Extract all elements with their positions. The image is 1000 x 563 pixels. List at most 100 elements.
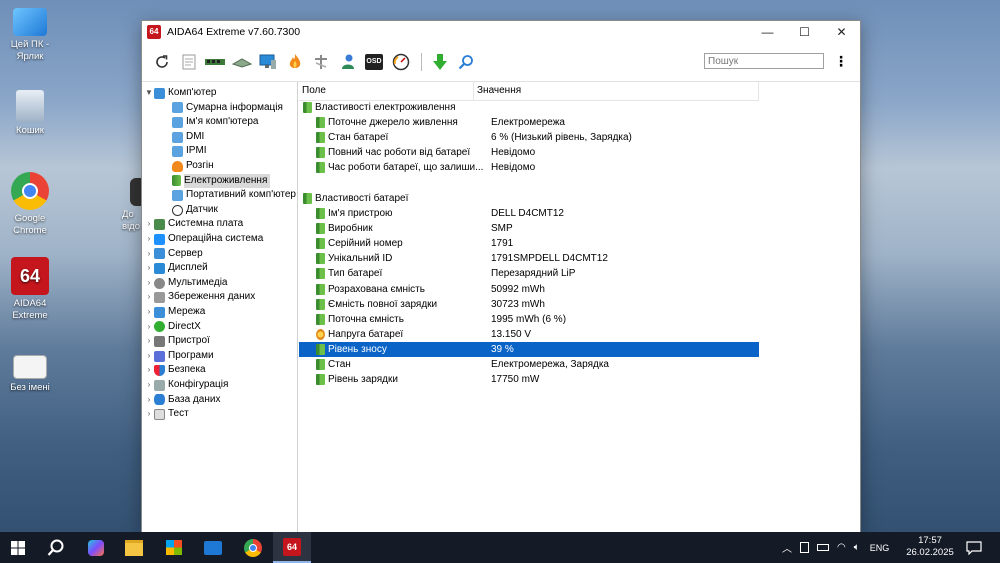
battery-icon xyxy=(316,298,325,310)
tree-item-dmi[interactable]: DMI xyxy=(172,130,204,145)
table-row[interactable]: Напруга батареї 13.150 V xyxy=(299,327,759,342)
language-indicator[interactable]: ENG xyxy=(870,543,890,553)
chevron-right-icon[interactable]: › xyxy=(144,363,154,378)
chevron-right-icon[interactable]: › xyxy=(144,261,154,276)
taskbar-outlook[interactable] xyxy=(195,532,231,563)
search-button[interactable] xyxy=(38,532,74,563)
taskbar-aida64[interactable]: 64 xyxy=(273,532,311,563)
tree-item-security[interactable]: › Безпека xyxy=(144,363,206,378)
table-row[interactable]: Унікальний ID 1791SMPDELL D4CMT12 xyxy=(299,251,759,266)
table-row[interactable]: Рівень зарядки 17750 mW xyxy=(299,372,759,387)
notifications-button[interactable] xyxy=(958,532,990,563)
chevron-right-icon[interactable]: › xyxy=(144,334,154,349)
search-input[interactable] xyxy=(704,53,824,69)
tree-item-summary[interactable]: Сумарна інформація xyxy=(172,101,283,116)
computer-button[interactable] xyxy=(256,50,280,74)
chevron-right-icon[interactable]: › xyxy=(144,305,154,320)
taskbar-store[interactable] xyxy=(156,532,192,563)
desktop-icon-partial[interactable]: До відо xyxy=(112,178,142,233)
clock[interactable]: 17:57 26.02.2025 xyxy=(897,535,963,559)
taskbar-chrome[interactable] xyxy=(235,532,271,563)
column-header-value[interactable]: Значення xyxy=(474,82,759,100)
device-icon[interactable] xyxy=(800,542,809,553)
table-row[interactable]: Ємність повної зарядки 30723 mWh xyxy=(299,297,759,312)
tree-item-network[interactable]: › Мережа xyxy=(144,305,205,320)
chevron-right-icon[interactable]: › xyxy=(144,393,154,408)
table-row[interactable]: Час роботи батареї, що залиши... Невідомо xyxy=(299,160,759,175)
taskbar-file-explorer[interactable] xyxy=(116,532,152,563)
battery-icon[interactable] xyxy=(817,544,829,551)
tree-item-devices[interactable]: › Пристрої xyxy=(144,334,210,349)
chevron-right-icon[interactable]: › xyxy=(144,407,154,422)
volume-icon[interactable]: 🔈︎ xyxy=(854,542,860,553)
table-row[interactable]: Виробник SMP xyxy=(299,221,759,236)
table-row[interactable]: Тип батареї Перезарядний LiP xyxy=(299,266,759,281)
chevron-right-icon[interactable]: › xyxy=(144,320,154,335)
chevron-right-icon[interactable]: › xyxy=(144,290,154,305)
tree-item-directx[interactable]: › DirectX xyxy=(144,320,201,335)
download-icon xyxy=(432,54,447,70)
user-button[interactable] xyxy=(336,50,360,74)
maximize-button[interactable]: ☐ xyxy=(786,21,823,43)
desktop-icon-chrome[interactable]: Google Chrome xyxy=(0,172,60,237)
chevron-right-icon[interactable]: › xyxy=(144,378,154,393)
tree-item-label: DMI xyxy=(186,130,205,142)
benchmark-button[interactable] xyxy=(389,50,413,74)
more-menu-button[interactable]: ⋮ xyxy=(834,54,848,70)
find-button[interactable] xyxy=(454,50,478,74)
tree-item-database[interactable]: › База даних xyxy=(144,393,220,408)
tree-item-multimedia[interactable]: › Мультимедіа xyxy=(144,276,228,291)
tree-item-display[interactable]: › Дисплей xyxy=(144,261,208,276)
minimize-button[interactable]: — xyxy=(749,21,786,43)
table-row[interactable]: Рівень зносу 39 % xyxy=(299,341,759,357)
report-button[interactable] xyxy=(177,50,201,74)
tree-item-computer[interactable]: ▼ Комп'ютер xyxy=(144,86,216,101)
window-title: AIDA64 Extreme v7.60.7300 xyxy=(167,26,301,38)
tree-item-computer-name[interactable]: Ім'я комп'ютера xyxy=(172,115,258,130)
chevron-down-icon[interactable]: ▼ xyxy=(144,86,154,101)
table-row[interactable]: Стан батареї 6 % (Низький рівень, Зарядка… xyxy=(299,130,759,145)
tree-item-storage[interactable]: › Збереження даних xyxy=(144,290,255,305)
table-row[interactable]: Повний час роботи від батареї Невідомо xyxy=(299,145,759,160)
start-button[interactable] xyxy=(0,532,36,563)
table-row[interactable]: Розрахована ємність 50992 mWh xyxy=(299,282,759,297)
tree-item-os[interactable]: › Операційна система xyxy=(144,232,263,247)
table-row[interactable]: Серійний номер 1791 xyxy=(299,236,759,251)
tree-item-benchmark[interactable]: › Тест xyxy=(144,407,189,422)
table-row[interactable]: Поточна ємність 1995 mWh (6 %) xyxy=(299,312,759,327)
desktop-icon-aida64[interactable]: 64 AIDA64 Extreme xyxy=(0,257,60,322)
desktop-icon-untitled[interactable]: Без імені xyxy=(0,355,60,394)
chevron-right-icon[interactable]: › xyxy=(144,217,154,232)
tree-item-portable[interactable]: Портативний комп'ютер xyxy=(172,188,296,203)
desktop-icon-recycle-bin[interactable]: Кошик xyxy=(0,90,60,137)
network-button[interactable] xyxy=(309,50,333,74)
table-row[interactable]: Ім'я пристрою DELL D4CMT12 xyxy=(299,206,759,221)
tree-item-ipmi[interactable]: IPMI xyxy=(172,144,207,159)
table-row[interactable]: Стан Електромережа, Зарядка xyxy=(299,357,759,372)
chevron-up-icon[interactable]: ︿ xyxy=(782,540,792,555)
memory-button[interactable] xyxy=(203,50,227,74)
tree-item-software[interactable]: › Програми xyxy=(144,349,214,364)
tree-item-power-management[interactable]: Електроживлення xyxy=(172,173,271,189)
chevron-right-icon[interactable]: › xyxy=(144,247,154,262)
tree-item-config[interactable]: › Конфігурація xyxy=(144,378,228,393)
osd-button[interactable]: OSD xyxy=(362,50,386,74)
chevron-right-icon[interactable]: › xyxy=(144,232,154,247)
overclock-button[interactable] xyxy=(283,50,307,74)
wifi-icon[interactable]: ◠ xyxy=(837,542,846,553)
tree-item-motherboard[interactable]: › Системна плата xyxy=(144,217,243,232)
table-row[interactable]: Поточне джерело живлення Електромережа xyxy=(299,115,759,130)
tree-item-server[interactable]: › Сервер xyxy=(144,247,203,262)
tree-item-overclock[interactable]: Розгін xyxy=(172,159,214,174)
column-header-field[interactable]: Поле xyxy=(299,82,474,100)
tree-item-sensor[interactable]: Датчик xyxy=(172,203,218,218)
desktop-icon-this-pc[interactable]: Цей ПК - Ярлик xyxy=(0,8,60,63)
chevron-right-icon[interactable]: › xyxy=(144,276,154,291)
update-button[interactable] xyxy=(428,50,452,74)
refresh-button[interactable] xyxy=(150,50,174,74)
taskbar-copilot[interactable] xyxy=(78,532,114,563)
title-bar[interactable]: 64 AIDA64 Extreme v7.60.7300 — ☐ ✕ xyxy=(142,21,860,43)
close-button[interactable]: ✕ xyxy=(823,21,860,43)
chevron-right-icon[interactable]: › xyxy=(144,349,154,364)
motherboard-button[interactable] xyxy=(230,50,254,74)
